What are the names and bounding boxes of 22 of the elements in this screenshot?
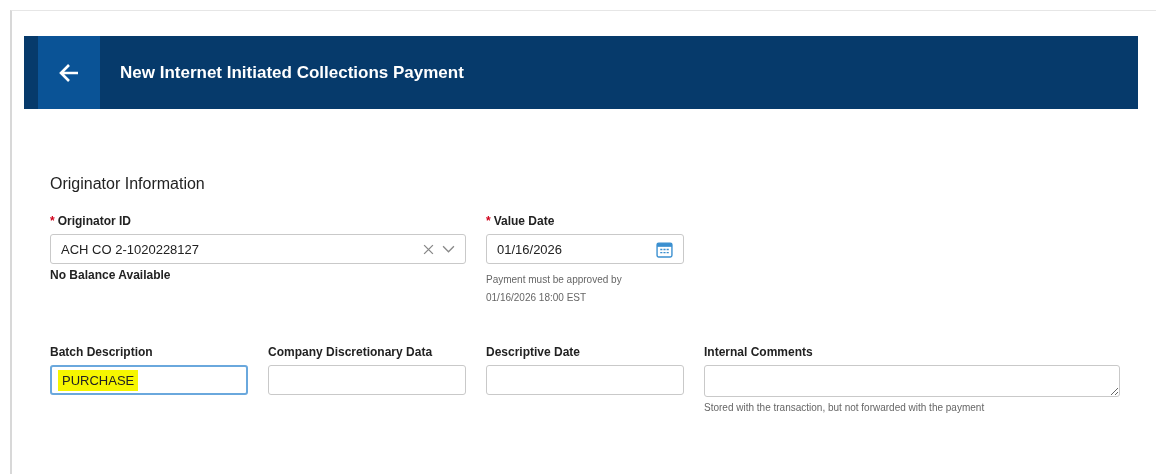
helper-text: Stored with the transaction, but not forwarded with the payment	[704, 401, 986, 415]
text-field[interactable]	[268, 365, 466, 395]
back-button[interactable]	[38, 36, 100, 109]
field-label: Internal Comments	[704, 345, 814, 359]
chevron-down-icon[interactable]	[442, 245, 455, 253]
field-label: Company Discretionary Data	[268, 345, 434, 359]
field-label: Descriptive Date	[486, 345, 582, 359]
date-field[interactable]: 01/16/2026	[486, 234, 684, 264]
calendar-icon[interactable]	[656, 240, 673, 258]
page-title: New Internet Initiated Collections Payment	[120, 62, 464, 83]
field-label: Batch Description	[50, 345, 154, 359]
balance-note: No Balance Available	[50, 268, 172, 282]
text-field[interactable]: PURCHASE	[50, 365, 248, 395]
field-label: * Value Date	[486, 214, 556, 228]
field-label: * Originator ID	[50, 214, 132, 228]
text-field[interactable]	[486, 365, 684, 395]
helper-text: Payment must be approved by 01/16/2026 18:00 EST	[486, 273, 623, 305]
comments-field[interactable]	[704, 365, 1120, 397]
section-title: Originator Information	[50, 175, 206, 193]
back-arrow-icon	[58, 62, 80, 83]
originator-select[interactable]: ACH CO 2-1020228127	[50, 234, 466, 264]
clear-icon[interactable]	[423, 243, 434, 255]
